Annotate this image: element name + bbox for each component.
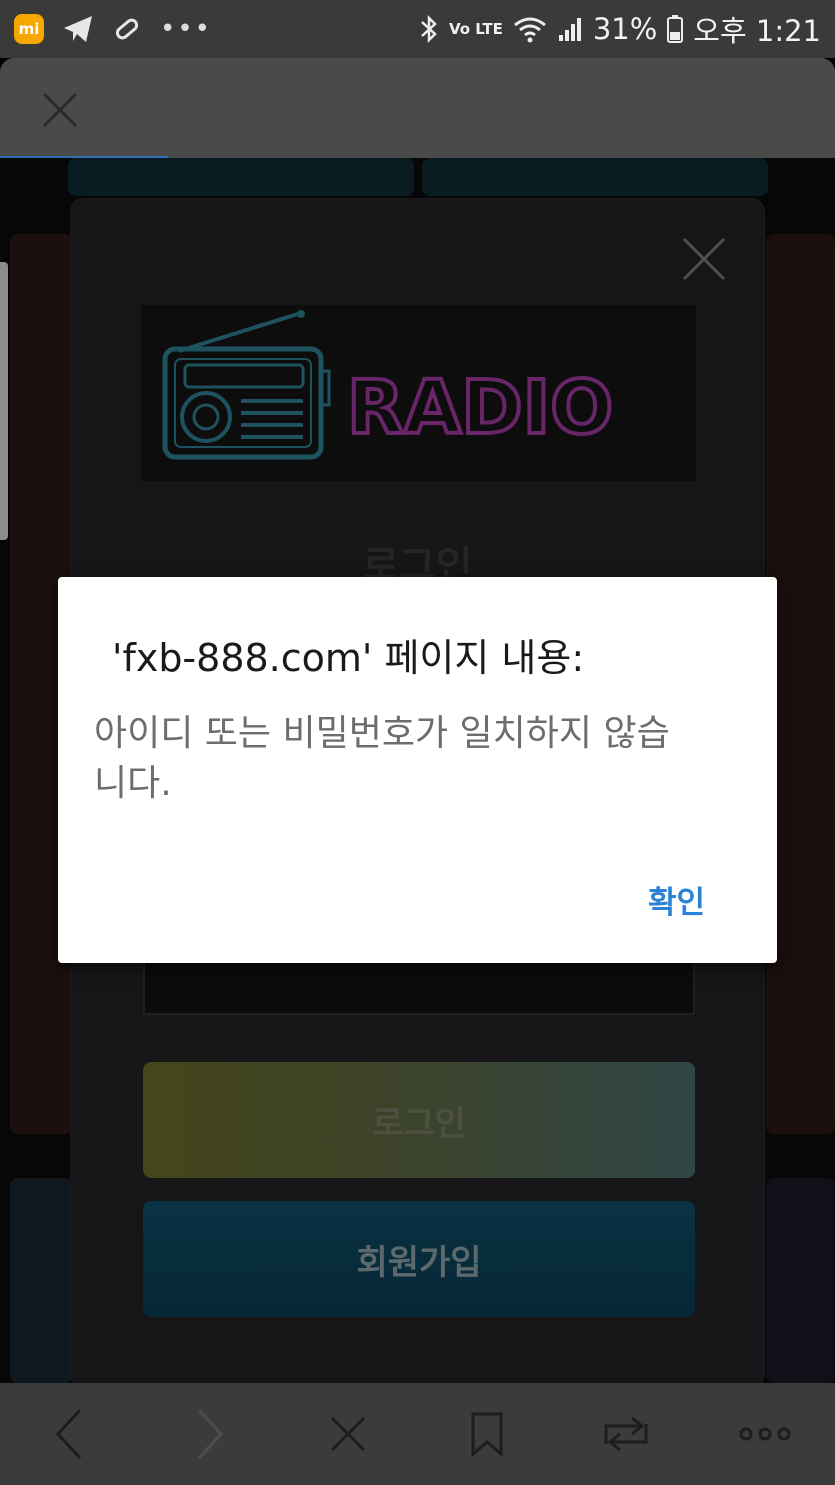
alert-message: 아이디 또는 비밀번호가 일치하지 않습니다. xyxy=(94,713,670,804)
close-icon[interactable] xyxy=(38,88,82,132)
battery-icon xyxy=(667,15,684,43)
back-button[interactable] xyxy=(35,1399,105,1469)
status-bar: mi ••• Vo LTE 31% 오후 1:21 xyxy=(0,0,835,58)
tabs-icon xyxy=(604,1416,648,1452)
back-icon xyxy=(55,1408,81,1460)
alert-dialog: 'fxb-888.com' 페이지 내용: 아이디 또는 비밀번호가 일치하지 … xyxy=(58,577,777,963)
bookmark-icon xyxy=(471,1412,503,1458)
ok-button[interactable]: 확인 xyxy=(648,877,705,922)
bookmark-button[interactable] xyxy=(452,1399,522,1469)
forward-button[interactable] xyxy=(174,1399,244,1469)
browser-bottom-nav xyxy=(0,1383,835,1485)
close-tab-icon xyxy=(330,1416,365,1452)
wifi-icon xyxy=(513,17,546,43)
telegram-icon xyxy=(64,16,92,42)
clock: 오후 1:21 xyxy=(693,14,821,48)
signal-icon xyxy=(558,18,581,41)
browser-header xyxy=(0,58,835,158)
forward-icon xyxy=(197,1408,223,1460)
lte-icon: Vo LTE xyxy=(448,20,503,38)
pill-icon xyxy=(115,18,139,40)
more-button[interactable] xyxy=(730,1399,800,1469)
close-tab-button[interactable] xyxy=(313,1399,383,1469)
notification-icons: mi ••• xyxy=(14,14,212,44)
mi-icon: mi xyxy=(14,14,44,44)
bluetooth-icon xyxy=(421,14,437,44)
battery-percent: 31% xyxy=(592,12,658,46)
tabs-button[interactable] xyxy=(591,1399,661,1469)
more-dots-icon: ••• xyxy=(160,14,213,44)
system-icons: Vo LTE 31% 오후 1:21 xyxy=(419,8,821,50)
alert-title: 'fxb-888.com' 페이지 내용: xyxy=(112,636,585,680)
more-icon xyxy=(739,1427,791,1441)
